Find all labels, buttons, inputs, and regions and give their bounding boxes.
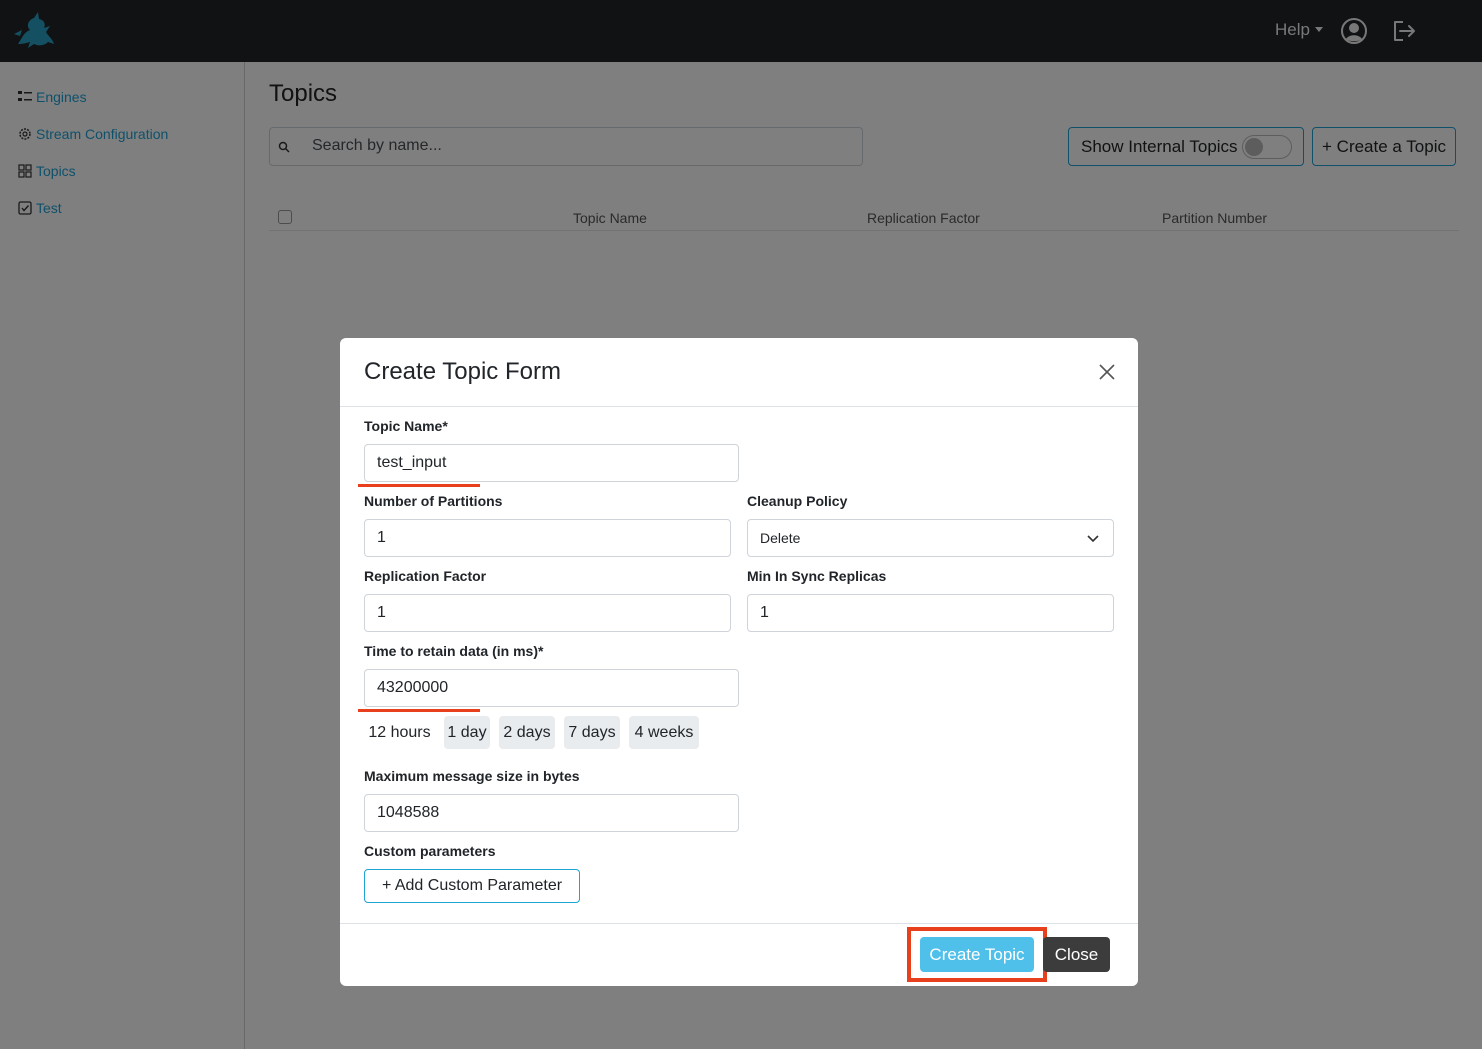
partitions-input[interactable]: 1 bbox=[364, 519, 731, 557]
modal-title: Create Topic Form bbox=[364, 358, 561, 385]
close-icon[interactable] bbox=[1098, 363, 1116, 381]
replication-factor-label: Replication Factor bbox=[364, 568, 487, 584]
topic-name-input[interactable]: test_input bbox=[364, 444, 739, 482]
close-button[interactable]: Close bbox=[1043, 937, 1110, 972]
replication-factor-input[interactable]: 1 bbox=[364, 594, 731, 632]
annotation-underline bbox=[358, 709, 480, 712]
retention-label: Time to retain data (in ms)* bbox=[364, 643, 544, 659]
chevron-down-icon bbox=[1087, 535, 1099, 543]
modal-header: Create Topic Form bbox=[340, 338, 1138, 407]
annotation-underline bbox=[358, 484, 480, 487]
min-in-sync-input[interactable]: 1 bbox=[747, 594, 1114, 632]
max-message-label: Maximum message size in bytes bbox=[364, 768, 580, 784]
preset-7-days[interactable]: 7 days bbox=[564, 716, 620, 749]
preset-4-weeks[interactable]: 4 weeks bbox=[629, 716, 699, 749]
topic-name-label: Topic Name* bbox=[364, 418, 448, 434]
annotation-highlight-box bbox=[907, 927, 1047, 982]
max-message-input[interactable]: 1048588 bbox=[364, 794, 739, 832]
cleanup-policy-select[interactable]: Delete bbox=[747, 519, 1114, 557]
modal-footer: Create Topic Close bbox=[340, 923, 1138, 986]
min-in-sync-label: Min In Sync Replicas bbox=[747, 568, 887, 584]
preset-12-hours[interactable]: 12 hours bbox=[364, 716, 435, 749]
create-topic-modal: Create Topic Form Topic Name* test_input… bbox=[340, 338, 1138, 986]
custom-parameters-label: Custom parameters bbox=[364, 843, 496, 859]
cleanup-policy-label: Cleanup Policy bbox=[747, 493, 848, 509]
add-custom-parameter-button[interactable]: + Add Custom Parameter bbox=[364, 869, 580, 903]
preset-2-days[interactable]: 2 days bbox=[499, 716, 555, 749]
preset-1-day[interactable]: 1 day bbox=[444, 716, 490, 749]
retention-input[interactable]: 43200000 bbox=[364, 669, 739, 707]
partitions-label: Number of Partitions bbox=[364, 493, 503, 509]
